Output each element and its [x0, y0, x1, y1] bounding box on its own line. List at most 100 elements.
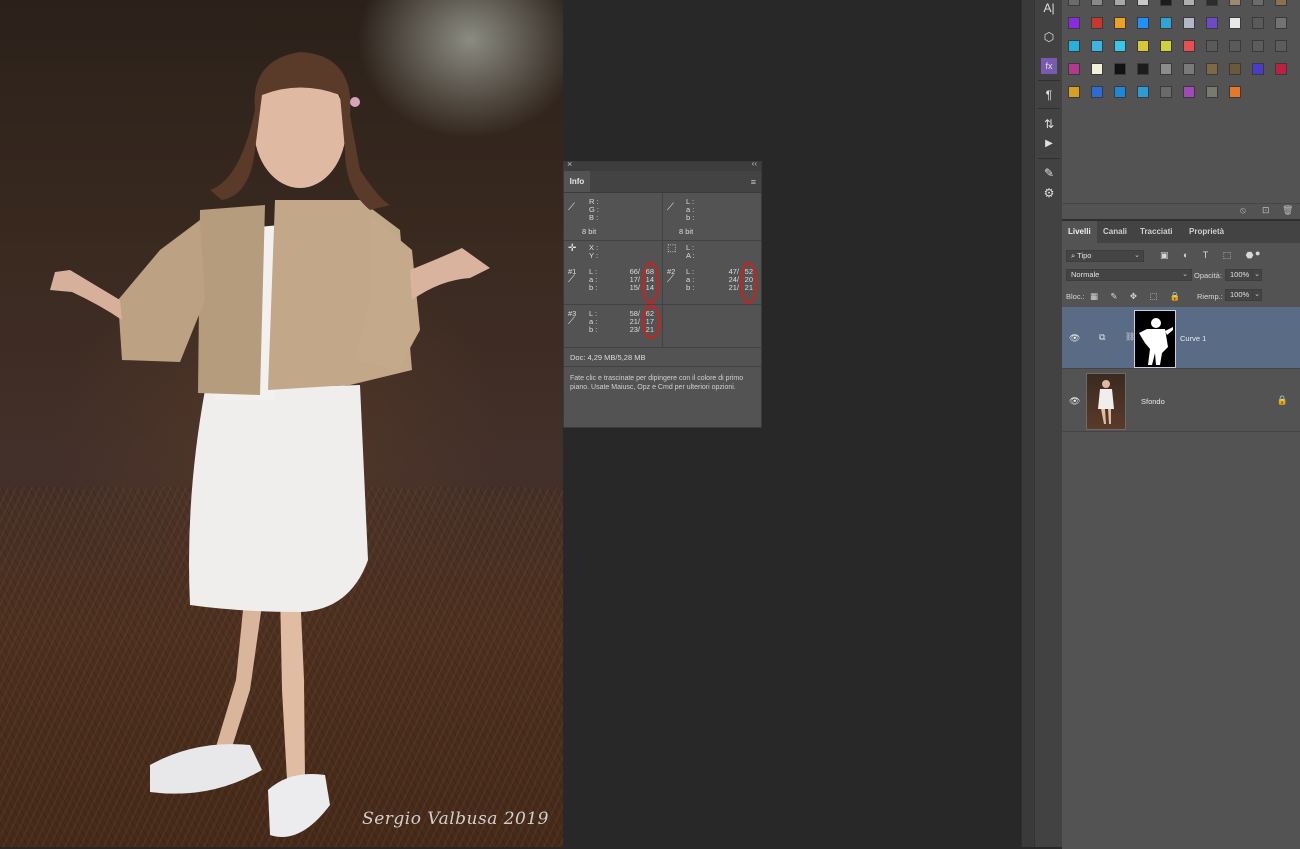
color-swatch[interactable] — [1160, 17, 1172, 29]
fill-dropdown[interactable]: ⌄ — [1252, 289, 1262, 301]
tab-channels[interactable]: Canali — [1097, 221, 1133, 243]
color-swatch[interactable] — [1183, 63, 1195, 75]
color-swatch[interactable] — [1183, 0, 1195, 6]
color-swatch[interactable] — [1137, 63, 1149, 75]
visibility-eye-icon[interactable]: 👁 — [1069, 396, 1080, 407]
color-swatch[interactable] — [1206, 0, 1218, 6]
new-swatch-icon[interactable]: ⊡ — [1262, 205, 1270, 216]
color-swatch[interactable] — [1275, 0, 1287, 6]
color-swatch[interactable] — [1137, 86, 1149, 98]
brush-icon[interactable]: ✎ — [1041, 165, 1057, 181]
color-swatch[interactable] — [1114, 17, 1126, 29]
curves-adjustment-icon: ⧉ — [1099, 332, 1106, 342]
lock-icon: 🔒 — [1276, 395, 1288, 405]
color-swatch[interactable] — [1137, 17, 1149, 29]
color-swatch[interactable] — [1068, 0, 1080, 6]
color-swatch[interactable] — [1275, 17, 1287, 29]
info-panel-titlebar[interactable]: × ‹‹ — [564, 159, 761, 171]
color-swatch[interactable] — [1137, 0, 1149, 6]
dock-collapse-strip[interactable] — [1021, 0, 1035, 847]
color-swatch[interactable] — [1091, 0, 1103, 6]
trash-icon[interactable]: 🗑 — [1282, 205, 1293, 216]
fill-label: Riemp.: — [1197, 292, 1223, 301]
color-swatch[interactable] — [1275, 63, 1287, 75]
doc-size: Doc: 4,29 MB/5,28 MB — [570, 353, 646, 362]
layer-mask-thumbnail[interactable] — [1134, 310, 1176, 368]
color-swatch[interactable] — [1160, 40, 1172, 52]
filter-toggle-icon[interactable]: ● — [1255, 248, 1260, 258]
layer-row-background[interactable]: 👁 Sfondo 🔒 — [1062, 369, 1300, 432]
color-swatch[interactable] — [1160, 63, 1172, 75]
xy-readout: ✛ X : Y : — [568, 243, 599, 260]
color-swatch[interactable] — [1229, 17, 1241, 29]
info-panel: × ‹‹ Info ≡ ⟋ R : G : B : 8 bit ⟋ L : a … — [563, 159, 762, 428]
color-swatch[interactable] — [1183, 40, 1195, 52]
color-swatch[interactable] — [1252, 0, 1264, 6]
actions-icon[interactable]: ▶ — [1041, 136, 1057, 152]
color-swatch[interactable] — [1114, 63, 1126, 75]
color-swatch[interactable] — [1252, 63, 1264, 75]
color-swatch[interactable] — [1068, 17, 1080, 29]
color-swatch[interactable] — [1183, 86, 1195, 98]
color-swatch[interactable] — [1183, 17, 1195, 29]
photo-signature: Sergio Valbusa 2019 — [362, 809, 549, 829]
layer-name[interactable]: Curve 1 — [1180, 334, 1206, 343]
color-swatch[interactable] — [1252, 17, 1264, 29]
panel-menu-icon[interactable]: ≡ — [751, 177, 756, 187]
filter-icons[interactable]: ▣ ◐ T ⬚ ⬣ — [1160, 250, 1259, 261]
tab-paths[interactable]: Tracciati — [1134, 221, 1178, 243]
color-swatch[interactable] — [1091, 63, 1103, 75]
color-swatch[interactable] — [1229, 63, 1241, 75]
eyedropper-icon: ⟋ — [667, 202, 674, 213]
rgb-readout: ⟋ R : G : B : 8 bit — [568, 197, 600, 236]
adjustments-icon[interactable]: ⚙ — [1041, 185, 1057, 201]
color-swatch[interactable] — [1091, 40, 1103, 52]
layer-filter-select[interactable]: ⌕ Tipo ⌄ — [1066, 250, 1144, 262]
color-swatch[interactable] — [1160, 0, 1172, 6]
tab-info[interactable]: Info — [564, 171, 590, 192]
collapse-icon[interactable]: ‹‹ — [752, 159, 757, 168]
color-swatch[interactable] — [1114, 86, 1126, 98]
color-swatch[interactable] — [1091, 86, 1103, 98]
layer-thumbnail[interactable] — [1086, 373, 1126, 430]
tab-layers[interactable]: Livelli — [1062, 221, 1097, 243]
eyedropper-icon: ⟋ — [667, 274, 674, 285]
close-icon[interactable]: × — [567, 159, 572, 169]
color-swatch[interactable] — [1114, 40, 1126, 52]
color-swatch[interactable] — [1206, 40, 1218, 52]
color-swatch[interactable] — [1252, 40, 1264, 52]
character-icon[interactable]: A| — [1041, 0, 1057, 16]
color-swatch[interactable] — [1229, 40, 1241, 52]
color-swatch[interactable] — [1068, 63, 1080, 75]
layer-row-curve-1[interactable]: 👁 ⧉ ⛓ Curve 1 — [1062, 307, 1300, 369]
document-canvas[interactable]: Sergio Valbusa 2019 — [0, 0, 563, 847]
color-swatch[interactable] — [1091, 17, 1103, 29]
color-swatch[interactable] — [1229, 86, 1241, 98]
tab-properties[interactable]: Proprietà — [1183, 221, 1230, 243]
color-swatch[interactable] — [1275, 40, 1287, 52]
color-swatch[interactable] — [1068, 86, 1080, 98]
color-swatch[interactable] — [1206, 63, 1218, 75]
photo-subject — [50, 52, 490, 837]
opacity-label: Opacità: — [1194, 271, 1222, 280]
lock-icons[interactable]: ▦ ✎ ✥ ⬚ 🔒 — [1090, 291, 1185, 302]
styles-icon[interactable]: fx — [1041, 58, 1057, 74]
color-swatch[interactable] — [1114, 0, 1126, 6]
blend-mode-select[interactable]: Normale ⌄ — [1066, 269, 1192, 281]
paragraph-icon[interactable]: ¶ — [1041, 87, 1057, 103]
color-swatch[interactable] — [1206, 86, 1218, 98]
no-entry-icon[interactable]: ⦸ — [1240, 205, 1246, 216]
color-swatch[interactable] — [1160, 86, 1172, 98]
opacity-dropdown[interactable]: ⌄ — [1252, 269, 1262, 281]
color-swatch[interactable] — [1229, 0, 1241, 6]
swatch-panel-footer: ⦸ ⊡ 🗑 — [1062, 203, 1300, 220]
3d-icon[interactable]: ⬡ — [1041, 29, 1057, 45]
annotation-circle — [642, 262, 659, 304]
swatch-panel — [1062, 0, 1300, 215]
history-icon[interactable]: ⇅ — [1041, 116, 1057, 132]
color-swatch[interactable] — [1137, 40, 1149, 52]
layer-name[interactable]: Sfondo — [1141, 397, 1165, 406]
color-swatch[interactable] — [1206, 17, 1218, 29]
visibility-eye-icon[interactable]: 👁 — [1069, 333, 1080, 344]
color-swatch[interactable] — [1068, 40, 1080, 52]
